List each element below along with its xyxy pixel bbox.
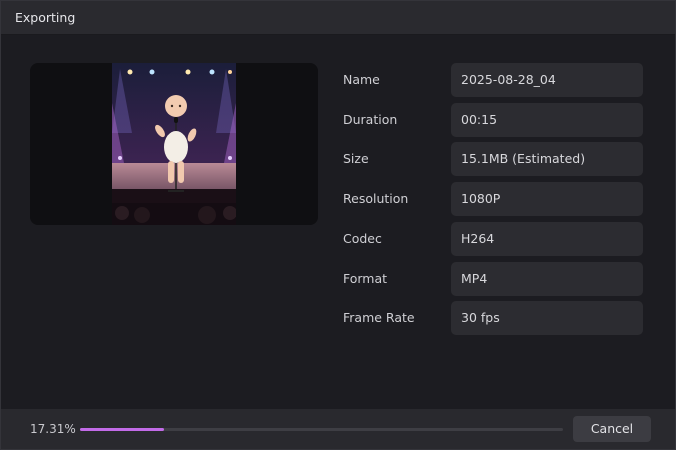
property-label: Codec: [343, 230, 382, 246]
export-dialog: Exporting Name 2025-08-28_04 Duration 00…: [0, 0, 676, 450]
progress-bar: [80, 428, 563, 431]
property-value: 15.1MB (Estimated): [451, 142, 643, 177]
dialog-title: Exporting: [15, 10, 76, 25]
export-footer: 17.31% Cancel: [1, 409, 675, 449]
property-label: Size: [343, 151, 369, 167]
property-value: 30 fps: [451, 301, 643, 336]
cancel-button[interactable]: Cancel: [573, 416, 651, 442]
video-preview: [30, 63, 318, 225]
preview-thumbnail: [112, 63, 236, 225]
progress-fill: [80, 428, 164, 431]
property-row-name: Name 2025-08-28_04: [343, 63, 643, 97]
property-value: MP4: [451, 261, 643, 296]
property-row-resolution: Resolution 1080P: [343, 182, 643, 217]
progress-percent: 17.31%: [30, 422, 76, 436]
property-label: Frame Rate: [343, 310, 415, 326]
property-label: Duration: [343, 111, 398, 127]
property-row-duration: Duration 00:15: [343, 102, 643, 137]
property-row-frame-rate: Frame Rate 30 fps: [343, 301, 643, 336]
property-row-format: Format MP4: [343, 261, 643, 296]
property-value: 1080P: [451, 182, 643, 217]
property-row-size: Size 15.1MB (Estimated): [343, 142, 643, 177]
property-label: Format: [343, 270, 388, 286]
property-label: Name: [343, 72, 380, 87]
property-row-codec: Codec H264: [343, 221, 643, 256]
property-value: 2025-08-28_04: [451, 63, 643, 97]
property-label: Resolution: [343, 191, 409, 207]
property-value: H264: [451, 221, 643, 256]
title-bar: Exporting: [1, 1, 675, 35]
property-value: 00:15: [451, 102, 643, 137]
